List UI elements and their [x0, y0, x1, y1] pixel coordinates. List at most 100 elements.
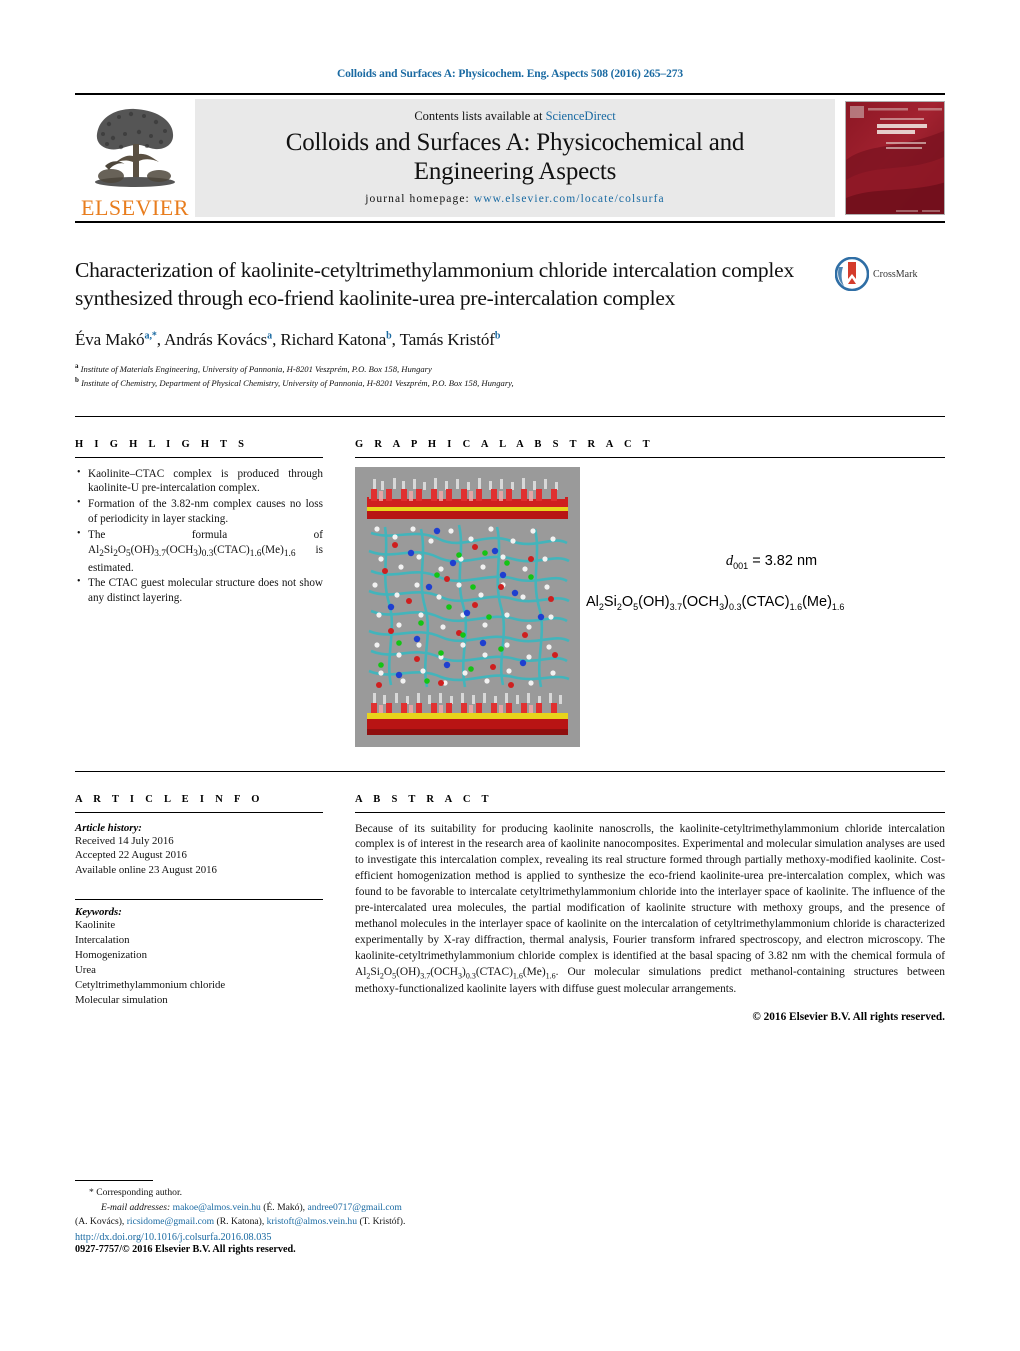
author-name: Richard Katona: [280, 329, 387, 349]
journal-title-line1: Colloids and Surfaces A: Physicochemical…: [285, 129, 745, 156]
title-block: Characterization of kaolinite-cetyltrime…: [75, 257, 945, 390]
abstract-heading: A B S T R A C T: [355, 793, 493, 805]
author-item: András Kovácsa: [164, 330, 272, 349]
email-label: E-mail addresses:: [101, 1201, 171, 1213]
author-item: Tamás Kristófb: [400, 330, 501, 349]
journal-cover-thumbnail: [845, 101, 945, 215]
email-link[interactable]: kristoft@almos.vein.hu: [267, 1216, 357, 1227]
highlights-graphical-row: H I G H L I G H T S Kaolinite–CTAC compl…: [75, 439, 945, 747]
homepage-label: journal homepage:: [365, 193, 474, 205]
highlights-list: Kaolinite–CTAC complex is produced throu…: [75, 466, 323, 607]
elsevier-logo: ELSEVIER: [75, 95, 195, 221]
email-link[interactable]: ricsidome@gmail.com: [127, 1216, 214, 1227]
graphical-abstract-rule: [355, 456, 945, 458]
affiliation-mark: a: [75, 361, 79, 370]
section-divider-middle: [75, 770, 945, 772]
author-list: Éva Makóa,*, András Kovácsa, Richard Kat…: [75, 329, 501, 349]
affiliation-item: a Institute of Materials Engineering, Un…: [75, 361, 825, 375]
keyword-item: Molecular simulation: [75, 993, 168, 1006]
affiliation-mark: b: [75, 376, 79, 385]
author-item: Richard Katonab: [280, 330, 391, 349]
author-marks[interactable]: b: [495, 330, 501, 341]
abstract-text: Because of its suitability for producing…: [355, 822, 945, 995]
affiliation-text: Institute of Materials Engineering, Univ…: [80, 363, 432, 374]
email-link[interactable]: andree0717@gmail.com: [307, 1202, 401, 1213]
journal-band: Contents lists available at ScienceDirec…: [195, 99, 835, 217]
issn-copyright-line: 0927-7757/© 2016 Elsevier B.V. All right…: [75, 1244, 296, 1255]
email-owner: (A. Kovács),: [75, 1215, 125, 1227]
corresponding-author-note: * Corresponding author.: [75, 1186, 545, 1200]
journal-homepage-line: journal homepage: www.elsevier.com/locat…: [365, 193, 665, 205]
email-line-2: (A. Kovács), ricsidome@gmail.com (R. Kat…: [75, 1215, 545, 1229]
affiliation-text: Institute of Chemistry, Department of Ph…: [81, 378, 514, 389]
graphical-abstract-caption: d001 = 3.82 nm Al2Si2O5(OH)3.7(OCH3)0.3(…: [580, 467, 945, 613]
journal-title-line2: Engineering Aspects: [413, 158, 617, 185]
top-kaolinite-layer: [367, 477, 568, 519]
elsevier-tree-icon: [95, 108, 175, 187]
contents-list-line: Contents lists available at ScienceDirec…: [414, 109, 615, 124]
journal-masthead: ELSEVIER Contents lists available at Sci…: [75, 93, 945, 223]
basal-spacing-label: d001 = 3.82 nm: [598, 553, 945, 571]
crossmark-badge[interactable]: CrossMark: [835, 257, 945, 291]
keyword-item: Cetyltrimethylammonium chloride: [75, 978, 226, 991]
author-name: Éva Makó: [75, 329, 145, 349]
molecular-simulation-figure: [355, 466, 580, 747]
abstract-section: A B S T R A C T Because of its suitabili…: [355, 794, 945, 1023]
affiliation-item: b Institute of Chemistry, Department of …: [75, 375, 825, 389]
highlights-section: H I G H L I G H T S Kaolinite–CTAC compl…: [75, 439, 323, 747]
history-item: Available online 23 August 2016: [75, 864, 217, 877]
contents-prefix: Contents lists available at: [414, 109, 546, 123]
sciencedirect-link[interactable]: ScienceDirect: [546, 109, 616, 123]
email-line-1: E-mail addresses: makoe@almos.vein.hu (É…: [75, 1201, 545, 1215]
author-name: Tamás Kristóf: [399, 329, 495, 349]
crossmark-label: CrossMark: [873, 268, 918, 280]
graphical-abstract-heading: G R A P H I C A L A B S T R A C T: [355, 438, 654, 450]
history-item: Received 14 July 2016: [75, 834, 174, 847]
keyword-item: Intercalation: [75, 934, 130, 947]
list-item: The CTAC guest molecular structure does …: [77, 575, 323, 606]
article-history-label: Article history:: [75, 821, 142, 834]
running-head: Colloids and Surfaces A: Physicochem. En…: [336, 68, 684, 80]
author-marks[interactable]: a: [267, 330, 272, 341]
list-item: Formation of the 3.82-nm complex causes …: [77, 496, 323, 527]
article-info-rule: [75, 811, 323, 813]
page-title: Characterization of kaolinite-cetyltrime…: [75, 258, 794, 310]
elsevier-wordmark: ELSEVIER: [81, 195, 189, 220]
author-marks[interactable]: a,*: [145, 330, 157, 341]
article-page: Colloids and Surfaces A: Physicochem. En…: [0, 0, 1020, 1351]
author-marks[interactable]: b: [386, 330, 392, 341]
list-item: The formula of Al2Si2O5(OH)3.7(OCH3)0.3(…: [77, 527, 323, 575]
affiliation-list: a Institute of Materials Engineering, Un…: [75, 361, 825, 390]
copyright-line: © 2016 Elsevier B.V. All rights reserved…: [752, 1010, 945, 1023]
d-subscript: 001: [733, 560, 749, 571]
author-item: Éva Makóa,*: [75, 330, 157, 349]
keywords-label: Keywords:: [75, 906, 122, 919]
article-info-heading: A R T I C L E I N F O: [75, 793, 264, 805]
keyword-item: Urea: [75, 963, 96, 976]
corresponding-text: Corresponding author.: [96, 1187, 183, 1199]
graphical-abstract-section: G R A P H I C A L A B S T R A C T d001 =…: [355, 439, 945, 747]
keyword-item: Homogenization: [75, 948, 147, 961]
journal-title: Colloids and Surfaces A: Physicochemical…: [285, 128, 745, 186]
email-owner: (T. Kristóf).: [359, 1215, 406, 1227]
author-name: András Kovács: [164, 329, 268, 349]
highlights-heading: H I G H L I G H T S: [75, 438, 249, 450]
keyword-item: Kaolinite: [75, 919, 116, 932]
footnote-rule: [75, 1180, 153, 1182]
keywords-rule: [75, 899, 323, 901]
crossmark-icon[interactable]: [835, 257, 869, 291]
cover-art: [846, 102, 944, 214]
corresponding-marker: *: [89, 1187, 94, 1199]
homepage-url-link[interactable]: www.elsevier.com/locate/colsurfa: [474, 193, 665, 205]
graphical-abstract-body: d001 = 3.82 nm Al2Si2O5(OH)3.7(OCH3)0.3(…: [355, 466, 945, 747]
list-item: Kaolinite–CTAC complex is produced throu…: [77, 466, 323, 497]
article-info-section: A R T I C L E I N F O Article history: R…: [75, 794, 323, 1023]
articleinfo-abstract-row: A R T I C L E I N F O Article history: R…: [75, 794, 945, 1023]
abstract-rule: [355, 811, 945, 813]
email-link[interactable]: makoe@almos.vein.hu: [173, 1202, 261, 1213]
chemical-formula: Al2Si2O5(OH)3.7(OCH3)0.3(CTAC)1.6(Me)1.6: [586, 594, 845, 613]
highlights-rule: [75, 456, 323, 458]
email-owner: (R. Katona),: [216, 1215, 265, 1227]
doi-link[interactable]: http://dx.doi.org/10.1016/j.colsurfa.201…: [75, 1232, 545, 1243]
